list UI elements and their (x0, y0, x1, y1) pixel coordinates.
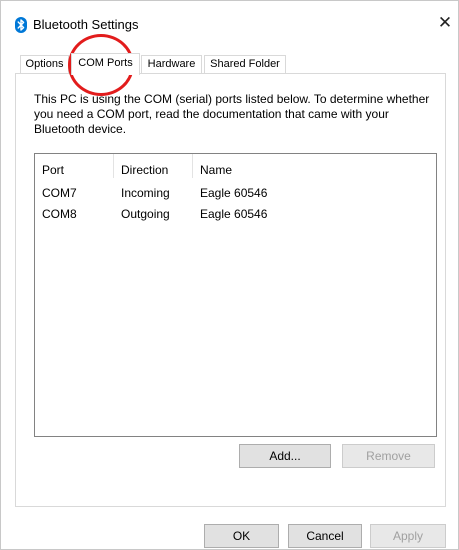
column-header-name[interactable]: Name (200, 163, 232, 177)
tab-com-ports[interactable]: COM Ports (71, 53, 140, 75)
port-cell: COM7 (42, 186, 77, 200)
apply-button[interactable]: Apply (370, 524, 446, 548)
bluetooth-settings-window: Bluetooth Settings ✕ Options COM Ports H… (0, 0, 459, 550)
tab-options[interactable]: Options (20, 55, 69, 73)
com-ports-description: This PC is using the COM (serial) ports … (34, 92, 430, 136)
direction-cell: Incoming (121, 186, 170, 200)
window-title: Bluetooth Settings (33, 17, 139, 32)
column-divider[interactable] (113, 154, 114, 178)
name-cell: Eagle 60546 (200, 186, 268, 200)
cancel-button[interactable]: Cancel (288, 524, 362, 548)
name-cell: Eagle 60546 (200, 207, 268, 221)
remove-button[interactable]: Remove (342, 444, 435, 468)
column-header-direction[interactable]: Direction (121, 163, 168, 177)
com-ports-list[interactable]: Port Direction Name COM7 Incoming Eagle … (34, 153, 437, 437)
add-button[interactable]: Add... (239, 444, 331, 468)
tab-hardware[interactable]: Hardware (141, 55, 202, 73)
direction-cell: Outgoing (121, 207, 170, 221)
column-header-port[interactable]: Port (42, 163, 64, 177)
tab-shared-folder[interactable]: Shared Folder (204, 55, 286, 73)
column-divider[interactable] (192, 154, 193, 178)
bluetooth-icon (15, 17, 27, 33)
close-icon[interactable]: ✕ (433, 11, 457, 35)
ok-button[interactable]: OK (204, 524, 279, 548)
title-bar: Bluetooth Settings ✕ (1, 1, 458, 41)
port-cell: COM8 (42, 207, 77, 221)
